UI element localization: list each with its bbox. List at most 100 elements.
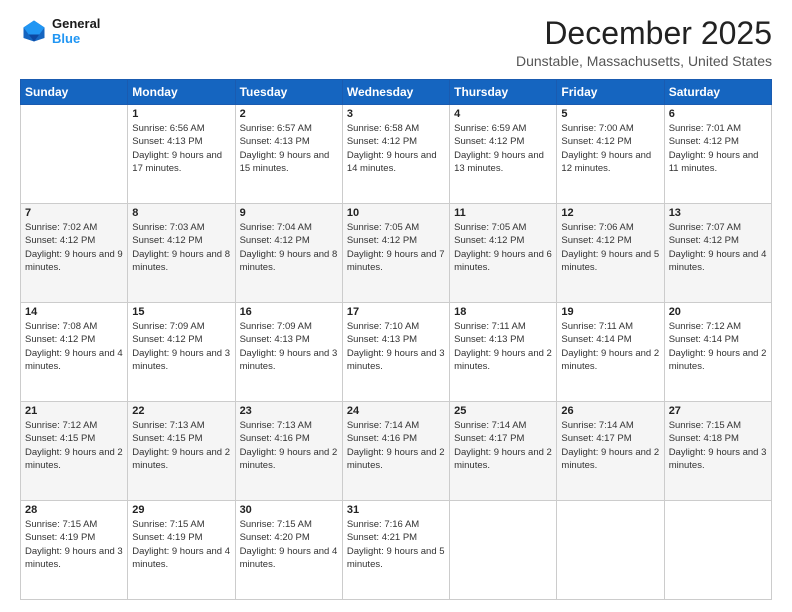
day-number: 1	[132, 108, 230, 120]
day-info: Sunrise: 7:11 AMSunset: 4:13 PMDaylight:…	[454, 320, 552, 373]
table-row: 23 Sunrise: 7:13 AMSunset: 4:16 PMDayligh…	[235, 402, 342, 501]
calendar-table: Sunday Monday Tuesday Wednesday Thursday…	[20, 79, 772, 600]
day-info: Sunrise: 7:16 AMSunset: 4:21 PMDaylight:…	[347, 518, 445, 571]
table-row: 17 Sunrise: 7:10 AMSunset: 4:13 PMDayligh…	[342, 303, 449, 402]
logo-icon	[20, 17, 48, 45]
day-info: Sunrise: 7:10 AMSunset: 4:13 PMDaylight:…	[347, 320, 445, 373]
col-wednesday: Wednesday	[342, 80, 449, 105]
month-title: December 2025	[516, 16, 772, 51]
day-info: Sunrise: 6:58 AMSunset: 4:12 PMDaylight:…	[347, 122, 445, 175]
header: General Blue December 2025 Dunstable, Ma…	[20, 16, 772, 69]
table-row: 30 Sunrise: 7:15 AMSunset: 4:20 PMDayligh…	[235, 501, 342, 600]
calendar-week-row: 28 Sunrise: 7:15 AMSunset: 4:19 PMDayligh…	[21, 501, 772, 600]
day-number: 8	[132, 207, 230, 219]
table-row: 19Sunrise: 7:11 AMSunset: 4:14 PMDayligh…	[557, 303, 664, 402]
logo-text: General Blue	[52, 16, 100, 46]
table-row: 24Sunrise: 7:14 AMSunset: 4:16 PMDayligh…	[342, 402, 449, 501]
day-info: Sunrise: 7:09 AMSunset: 4:13 PMDaylight:…	[240, 320, 338, 373]
day-info: Sunrise: 7:05 AMSunset: 4:12 PMDaylight:…	[347, 221, 445, 274]
calendar-week-row: 7 Sunrise: 7:02 AMSunset: 4:12 PMDaylight…	[21, 204, 772, 303]
day-info: Sunrise: 7:00 AMSunset: 4:12 PMDaylight:…	[561, 122, 659, 175]
day-info: Sunrise: 7:14 AMSunset: 4:17 PMDaylight:…	[454, 419, 552, 472]
title-block: December 2025 Dunstable, Massachusetts, …	[516, 16, 772, 69]
col-tuesday: Tuesday	[235, 80, 342, 105]
day-info: Sunrise: 7:01 AMSunset: 4:12 PMDaylight:…	[669, 122, 767, 175]
table-row: 7 Sunrise: 7:02 AMSunset: 4:12 PMDaylight…	[21, 204, 128, 303]
day-number: 13	[669, 207, 767, 219]
day-info: Sunrise: 7:15 AMSunset: 4:18 PMDaylight:…	[669, 419, 767, 472]
table-row: 27Sunrise: 7:15 AMSunset: 4:18 PMDayligh…	[664, 402, 771, 501]
table-row: 9Sunrise: 7:04 AMSunset: 4:12 PMDaylight…	[235, 204, 342, 303]
day-info: Sunrise: 7:11 AMSunset: 4:14 PMDaylight:…	[561, 320, 659, 373]
day-info: Sunrise: 7:07 AMSunset: 4:12 PMDaylight:…	[669, 221, 767, 274]
col-friday: Friday	[557, 80, 664, 105]
col-saturday: Saturday	[664, 80, 771, 105]
table-row: 29Sunrise: 7:15 AMSunset: 4:19 PMDayligh…	[128, 501, 235, 600]
day-info: Sunrise: 7:08 AMSunset: 4:12 PMDaylight:…	[25, 320, 123, 373]
day-info: Sunrise: 7:15 AMSunset: 4:20 PMDaylight:…	[240, 518, 338, 571]
day-number: 11	[454, 207, 552, 219]
table-row: 13 Sunrise: 7:07 AMSunset: 4:12 PMDayligh…	[664, 204, 771, 303]
table-row: 31 Sunrise: 7:16 AMSunset: 4:21 PMDayligh…	[342, 501, 449, 600]
day-info: Sunrise: 6:59 AMSunset: 4:12 PMDaylight:…	[454, 122, 552, 175]
table-row: 10 Sunrise: 7:05 AMSunset: 4:12 PMDayligh…	[342, 204, 449, 303]
page: General Blue December 2025 Dunstable, Ma…	[0, 0, 792, 612]
day-number: 31	[347, 504, 445, 516]
table-row: 2 Sunrise: 6:57 AMSunset: 4:13 PMDaylight…	[235, 105, 342, 204]
day-info: Sunrise: 7:02 AMSunset: 4:12 PMDaylight:…	[25, 221, 123, 274]
day-info: Sunrise: 6:56 AMSunset: 4:13 PMDaylight:…	[132, 122, 230, 175]
day-number: 6	[669, 108, 767, 120]
table-row: 3 Sunrise: 6:58 AMSunset: 4:12 PMDaylight…	[342, 105, 449, 204]
day-number: 10	[347, 207, 445, 219]
day-number: 2	[240, 108, 338, 120]
day-info: Sunrise: 6:57 AMSunset: 4:13 PMDaylight:…	[240, 122, 338, 175]
day-info: Sunrise: 7:14 AMSunset: 4:16 PMDaylight:…	[347, 419, 445, 472]
col-thursday: Thursday	[450, 80, 557, 105]
day-number: 18	[454, 306, 552, 318]
day-number: 14	[25, 306, 123, 318]
day-info: Sunrise: 7:06 AMSunset: 4:12 PMDaylight:…	[561, 221, 659, 274]
col-sunday: Sunday	[21, 80, 128, 105]
day-info: Sunrise: 7:05 AMSunset: 4:12 PMDaylight:…	[454, 221, 552, 274]
table-row: 1 Sunrise: 6:56 AMSunset: 4:13 PMDaylight…	[128, 105, 235, 204]
table-row	[557, 501, 664, 600]
day-info: Sunrise: 7:15 AMSunset: 4:19 PMDaylight:…	[132, 518, 230, 571]
day-number: 26	[561, 405, 659, 417]
day-info: Sunrise: 7:13 AMSunset: 4:16 PMDaylight:…	[240, 419, 338, 472]
calendar-header-row: Sunday Monday Tuesday Wednesday Thursday…	[21, 80, 772, 105]
table-row	[450, 501, 557, 600]
day-number: 20	[669, 306, 767, 318]
table-row	[664, 501, 771, 600]
table-row: 6 Sunrise: 7:01 AMSunset: 4:12 PMDaylight…	[664, 105, 771, 204]
day-info: Sunrise: 7:03 AMSunset: 4:12 PMDaylight:…	[132, 221, 230, 274]
table-row: 5 Sunrise: 7:00 AMSunset: 4:12 PMDaylight…	[557, 105, 664, 204]
table-row: 11 Sunrise: 7:05 AMSunset: 4:12 PMDayligh…	[450, 204, 557, 303]
calendar-week-row: 1 Sunrise: 6:56 AMSunset: 4:13 PMDaylight…	[21, 105, 772, 204]
day-number: 22	[132, 405, 230, 417]
table-row: 22Sunrise: 7:13 AMSunset: 4:15 PMDayligh…	[128, 402, 235, 501]
table-row: 26Sunrise: 7:14 AMSunset: 4:17 PMDayligh…	[557, 402, 664, 501]
table-row: 12Sunrise: 7:06 AMSunset: 4:12 PMDayligh…	[557, 204, 664, 303]
day-info: Sunrise: 7:12 AMSunset: 4:15 PMDaylight:…	[25, 419, 123, 472]
day-number: 5	[561, 108, 659, 120]
table-row: 15Sunrise: 7:09 AMSunset: 4:12 PMDayligh…	[128, 303, 235, 402]
day-number: 23	[240, 405, 338, 417]
location: Dunstable, Massachusetts, United States	[516, 53, 772, 69]
day-number: 17	[347, 306, 445, 318]
day-number: 3	[347, 108, 445, 120]
logo: General Blue	[20, 16, 100, 46]
table-row: 20 Sunrise: 7:12 AMSunset: 4:14 PMDayligh…	[664, 303, 771, 402]
day-number: 9	[240, 207, 338, 219]
calendar-week-row: 21Sunrise: 7:12 AMSunset: 4:15 PMDayligh…	[21, 402, 772, 501]
day-info: Sunrise: 7:15 AMSunset: 4:19 PMDaylight:…	[25, 518, 123, 571]
day-number: 4	[454, 108, 552, 120]
table-row: 28 Sunrise: 7:15 AMSunset: 4:19 PMDayligh…	[21, 501, 128, 600]
table-row: 14 Sunrise: 7:08 AMSunset: 4:12 PMDayligh…	[21, 303, 128, 402]
day-info: Sunrise: 7:09 AMSunset: 4:12 PMDaylight:…	[132, 320, 230, 373]
day-number: 30	[240, 504, 338, 516]
table-row: 21Sunrise: 7:12 AMSunset: 4:15 PMDayligh…	[21, 402, 128, 501]
day-number: 28	[25, 504, 123, 516]
day-info: Sunrise: 7:12 AMSunset: 4:14 PMDaylight:…	[669, 320, 767, 373]
table-row: 4 Sunrise: 6:59 AMSunset: 4:12 PMDaylight…	[450, 105, 557, 204]
day-number: 7	[25, 207, 123, 219]
